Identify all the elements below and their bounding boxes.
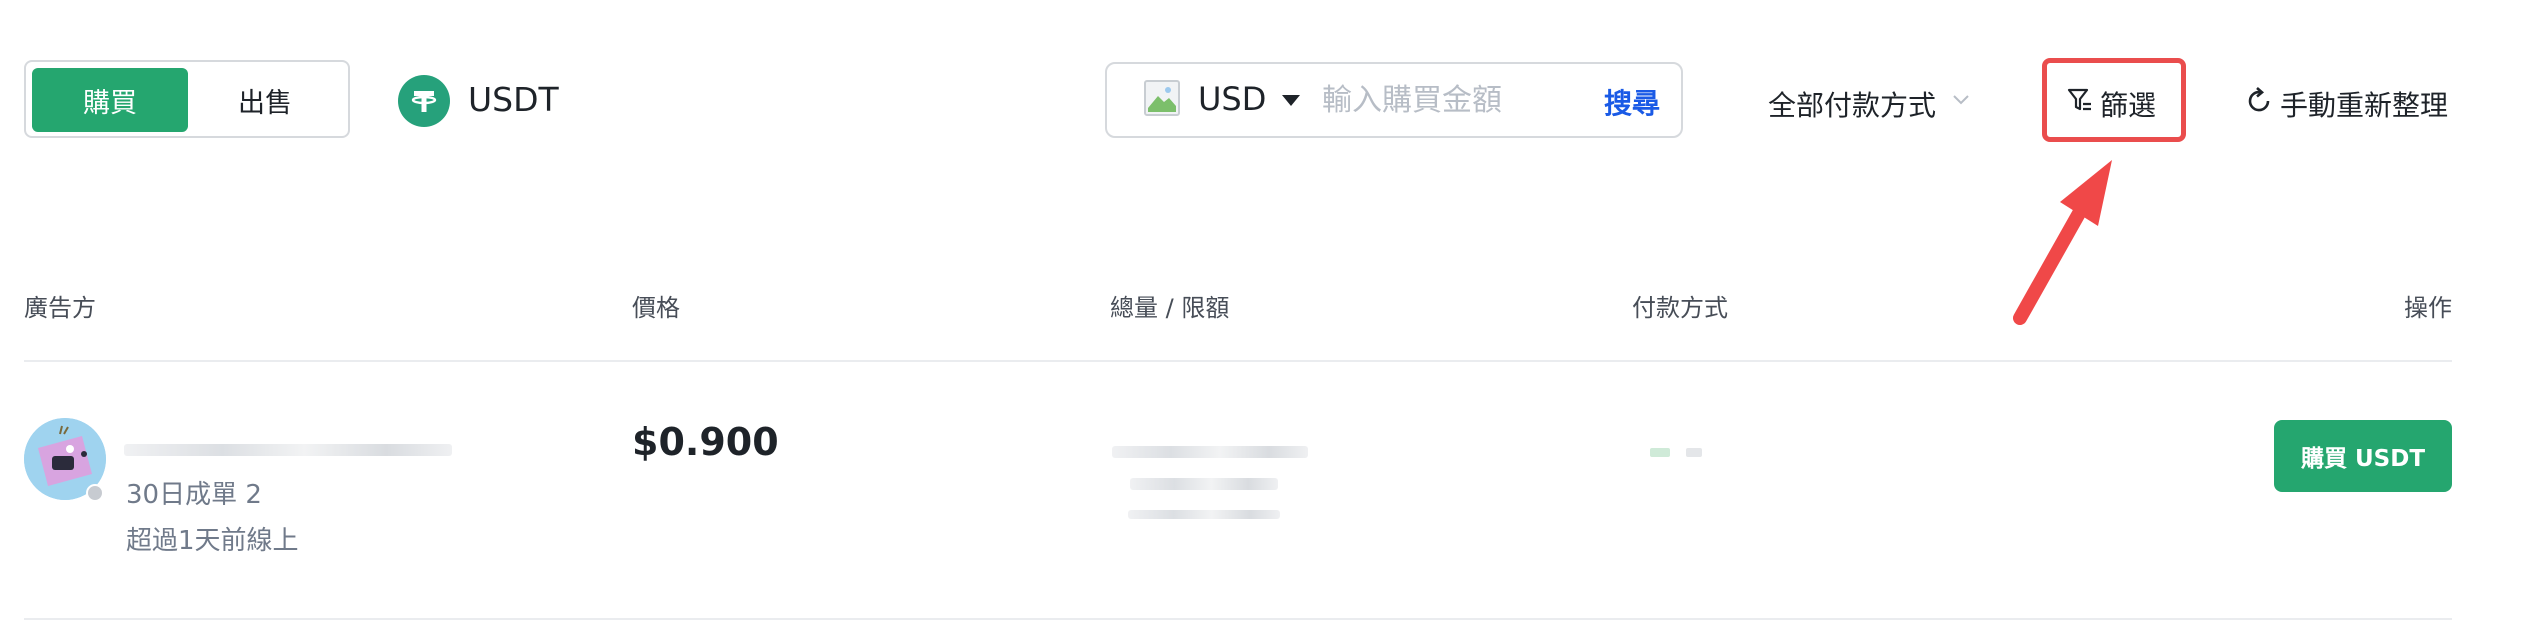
payment-method-dropdown[interactable]: 全部付款方式 — [1768, 84, 1936, 124]
refresh-icon[interactable] — [2244, 86, 2274, 120]
currency-flag-icon — [1144, 80, 1180, 116]
coin-label[interactable]: USDT — [468, 80, 559, 119]
manual-refresh-button[interactable]: 手動重新整理 — [2280, 84, 2448, 124]
chevron-down-icon[interactable] — [1950, 88, 1972, 114]
last-online: 超過1天前線上 — [126, 526, 299, 556]
status-dot — [86, 484, 104, 502]
search-button[interactable]: 搜尋 — [1604, 82, 1660, 122]
header-action: 操作 — [2404, 294, 2452, 322]
trade-count: 30日成單 2 — [126, 480, 262, 510]
tether-icon[interactable] — [398, 75, 450, 127]
payment-method-tag — [1650, 448, 1670, 457]
sell-tab[interactable]: 出售 — [188, 68, 342, 132]
advertiser-name-redacted[interactable] — [124, 444, 452, 456]
payment-method-tag-2 — [1686, 448, 1702, 457]
header-divider — [24, 360, 2452, 362]
annotation-arrow-icon — [2013, 160, 2112, 325]
header-advertiser: 廣告方 — [24, 294, 96, 322]
currency-selector[interactable]: USD — [1198, 80, 1266, 118]
filter-label[interactable]: 篩選 — [2100, 84, 2156, 124]
funnel-icon — [2066, 86, 2094, 118]
price-value: $0.900 — [632, 420, 779, 464]
header-payment: 付款方式 — [1632, 294, 1728, 322]
limit-redacted — [1130, 478, 1278, 490]
buy-usdt-button[interactable]: 購買 USDT — [2274, 420, 2452, 492]
buy-tab[interactable]: 購買 — [32, 68, 188, 132]
caret-down-icon[interactable] — [1282, 95, 1300, 106]
amount-input[interactable] — [1322, 76, 1592, 124]
total-amount-redacted — [1112, 446, 1308, 458]
limit-redacted-2 — [1128, 510, 1280, 519]
header-price: 價格 — [632, 294, 680, 322]
header-amount-limit: 總量 / 限額 — [1110, 294, 1230, 322]
